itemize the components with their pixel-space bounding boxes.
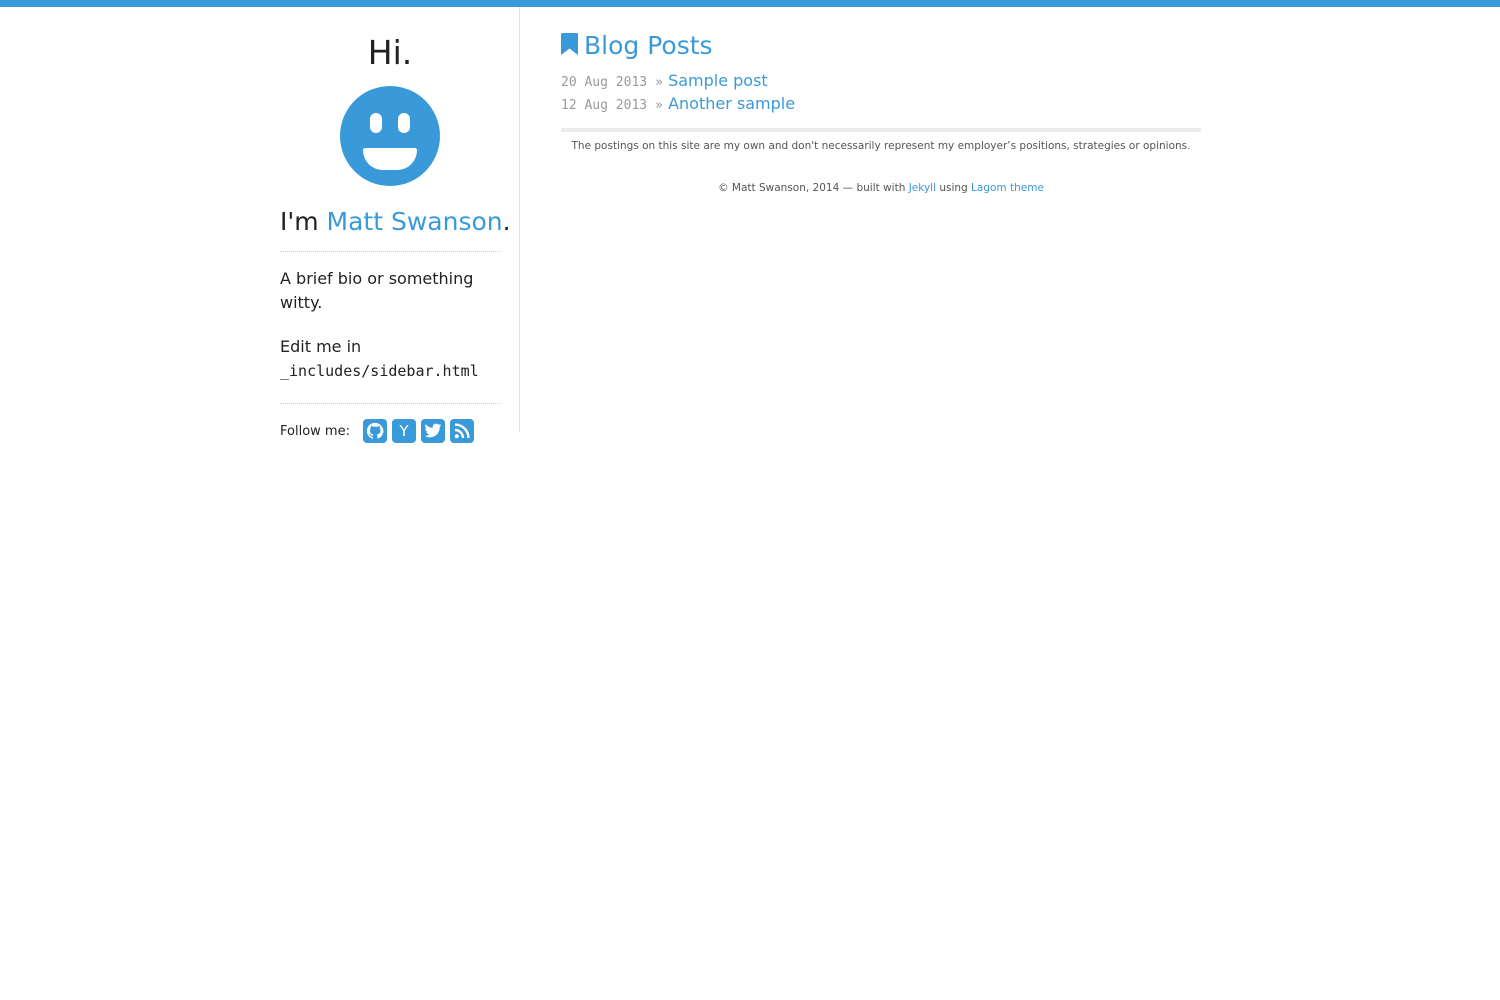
author-intro: I'm Matt Swanson. xyxy=(280,207,511,236)
avatar-mouth xyxy=(363,148,417,170)
greeting: Hi. xyxy=(367,33,413,72)
hacker-news-icon[interactable]: Y xyxy=(391,419,416,443)
post-link[interactable]: Another sample xyxy=(668,94,795,113)
smiley-face-icon xyxy=(340,86,440,186)
theme-link[interactable]: Lagom theme xyxy=(971,182,1044,194)
footer: © Matt Swanson, 2014 — built with Jekyll… xyxy=(561,182,1201,194)
post-list: 20 Aug 2013 » Sample post 12 Aug 2013 » … xyxy=(561,71,795,117)
list-item: 12 Aug 2013 » Another sample xyxy=(561,94,795,117)
top-accent-bar xyxy=(0,0,1500,7)
post-date: 12 Aug 2013 xyxy=(561,98,648,113)
follow-label: Follow me: xyxy=(280,423,350,439)
blog-posts-heading: Blog Posts xyxy=(561,31,713,60)
author-name-link[interactable]: Matt Swanson xyxy=(327,207,503,236)
footer-copyright: © Matt Swanson, 2014 — built with xyxy=(718,182,909,194)
sidebar-divider-bottom xyxy=(280,403,500,404)
jekyll-link[interactable]: Jekyll xyxy=(909,182,936,194)
post-separator: » xyxy=(655,98,664,113)
edit-note-path: _includes/sidebar.html xyxy=(280,362,479,380)
intro-prefix: I'm xyxy=(280,207,327,236)
post-separator: » xyxy=(655,75,664,90)
post-link[interactable]: Sample post xyxy=(668,71,768,90)
twitter-icon[interactable] xyxy=(420,419,445,443)
edit-note-prefix: Edit me in xyxy=(280,337,362,356)
content-divider xyxy=(561,128,1201,132)
list-item: 20 Aug 2013 » Sample post xyxy=(561,71,795,94)
footer-using: using xyxy=(936,182,972,194)
avatar-left-eye xyxy=(370,113,382,133)
hacker-news-glyph: Y xyxy=(399,422,409,440)
github-icon[interactable] xyxy=(362,419,387,443)
intro-suffix: . xyxy=(502,207,511,236)
page-title: Blog Posts xyxy=(584,31,713,60)
sidebar-divider-top xyxy=(280,251,500,252)
edit-note: Edit me in _includes/sidebar.html xyxy=(280,335,505,383)
disclaimer: The postings on this site are my own and… xyxy=(571,140,1191,152)
bookmark-icon xyxy=(561,32,578,59)
follow-row: Follow me: Y xyxy=(280,419,474,443)
avatar-right-eye xyxy=(398,113,410,133)
rss-icon[interactable] xyxy=(449,419,474,443)
sidebar: Hi. I'm Matt Swanson. A brief bio or som… xyxy=(280,7,520,443)
author-bio: A brief bio or something witty. xyxy=(280,269,474,312)
post-date: 20 Aug 2013 xyxy=(561,75,648,90)
